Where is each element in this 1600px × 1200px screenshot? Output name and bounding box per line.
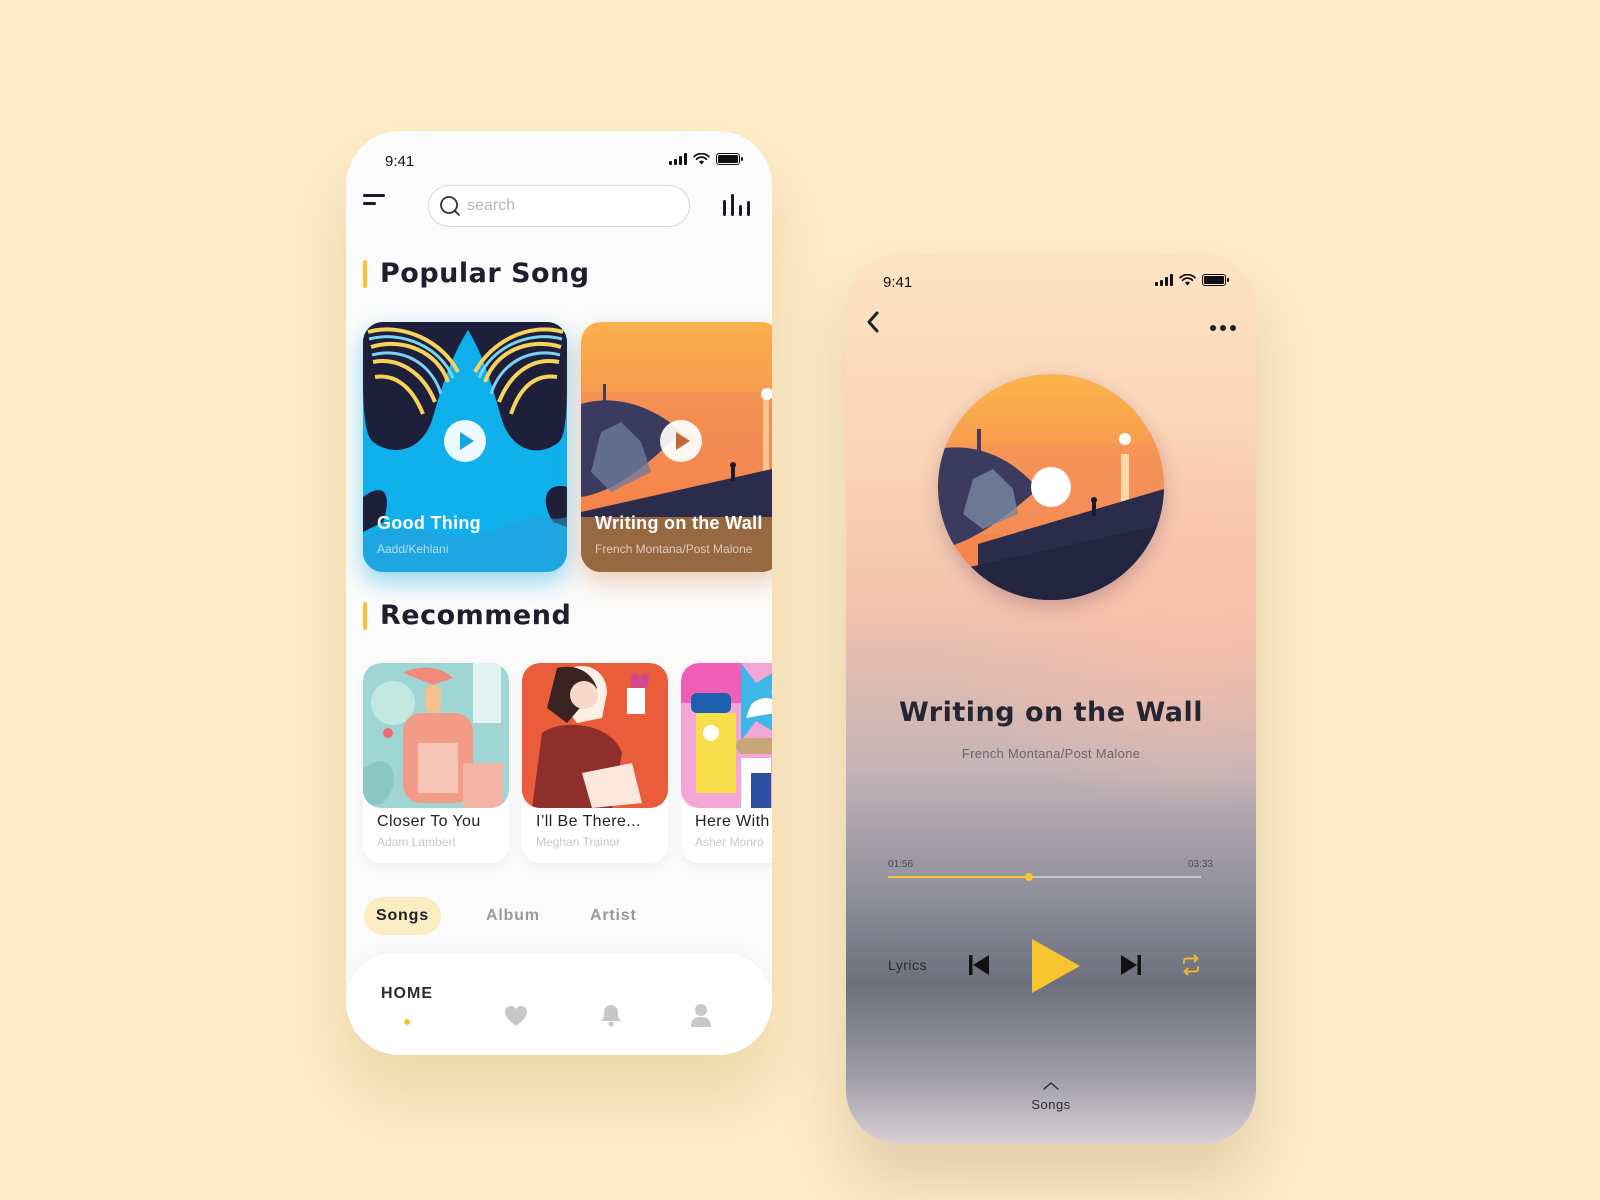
tab-artist[interactable]: Artist bbox=[578, 897, 649, 935]
current-time: 01:56 bbox=[888, 859, 914, 870]
card-artist: Meghan Trainor bbox=[536, 835, 621, 849]
previous-track-icon[interactable] bbox=[967, 953, 991, 977]
song-artist: French Montana/Post Malone bbox=[961, 746, 1141, 761]
next-track-icon[interactable] bbox=[1119, 953, 1143, 977]
search-bar[interactable] bbox=[428, 185, 690, 227]
lyrics-button[interactable]: Lyrics bbox=[888, 957, 927, 973]
status-bar: 9:41 bbox=[346, 131, 772, 191]
progress-handle[interactable] bbox=[1024, 873, 1033, 881]
cellular-signal-icon bbox=[669, 153, 687, 165]
songs-drawer-handle[interactable]: Songs bbox=[846, 1078, 1256, 1112]
recommend-card[interactable]: Here With Asher Monro bbox=[681, 663, 772, 863]
battery-icon bbox=[1202, 274, 1229, 286]
card-title: I’ll Be There... bbox=[536, 813, 641, 830]
popular-card[interactable]: Good Thing Aadd/Kehlani bbox=[363, 322, 567, 572]
chevron-up-icon bbox=[1043, 1082, 1059, 1090]
song-title: Writing on the Wall bbox=[898, 697, 1204, 728]
heart-icon[interactable] bbox=[504, 1005, 528, 1027]
status-time: 9:41 bbox=[883, 274, 913, 291]
card-artist: Asher Monro bbox=[695, 835, 764, 849]
cellular-signal-icon bbox=[1155, 274, 1173, 286]
card-title: Writing on the Wall bbox=[595, 513, 763, 533]
album-disc bbox=[938, 374, 1164, 600]
play-icon[interactable] bbox=[444, 420, 486, 462]
songs-drawer-label: Songs bbox=[1031, 1097, 1071, 1112]
search-icon bbox=[440, 196, 460, 216]
wifi-icon bbox=[1179, 274, 1196, 286]
bottom-nav: HOME bbox=[346, 953, 772, 1055]
popular-section-title: Popular Song bbox=[380, 258, 590, 289]
battery-icon bbox=[716, 153, 743, 165]
user-icon[interactable] bbox=[691, 1003, 711, 1027]
album-art bbox=[522, 663, 668, 808]
search-input[interactable] bbox=[467, 194, 667, 218]
play-icon[interactable] bbox=[1030, 937, 1082, 995]
equalizer-button[interactable] bbox=[723, 194, 753, 216]
wifi-icon bbox=[693, 153, 710, 165]
card-artist: Aadd/Kehlani bbox=[377, 542, 449, 556]
recommend-card[interactable]: Closer To You Adam Lambert bbox=[363, 663, 509, 863]
repeat-icon[interactable] bbox=[1180, 954, 1202, 976]
bell-icon[interactable] bbox=[599, 1003, 623, 1027]
card-artist: French Montana/Post Malone bbox=[595, 542, 753, 556]
recommend-section-title: Recommend bbox=[380, 600, 572, 631]
play-icon[interactable] bbox=[660, 420, 702, 462]
back-icon[interactable] bbox=[864, 310, 882, 334]
player-screen: 9:41 Writing on the Wall French Montana/… bbox=[846, 254, 1256, 1144]
status-bar: 9:41 bbox=[846, 254, 1256, 314]
menu-button[interactable] bbox=[363, 194, 387, 210]
card-title: Closer To You bbox=[377, 813, 481, 830]
progress-fill bbox=[888, 876, 1029, 878]
home-screen: 9:41 Popular Song bbox=[346, 131, 772, 1055]
card-artist: Adam Lambert bbox=[377, 835, 456, 849]
active-indicator bbox=[404, 1019, 410, 1025]
card-title: Good Thing bbox=[377, 513, 481, 533]
popular-section-header: Popular Song bbox=[363, 258, 590, 289]
more-options-icon[interactable] bbox=[1210, 325, 1236, 331]
card-title: Here With bbox=[695, 813, 770, 830]
recommend-section-header: Recommend bbox=[363, 600, 571, 631]
total-time: 03:33 bbox=[1187, 859, 1213, 870]
tab-album[interactable]: Album bbox=[474, 897, 552, 935]
popular-card[interactable]: Writing on the Wall French Montana/Post … bbox=[581, 322, 772, 572]
recommend-card[interactable]: I’ll Be There... Meghan Trainor bbox=[522, 663, 668, 863]
tab-songs[interactable]: Songs bbox=[364, 897, 441, 935]
album-art bbox=[681, 663, 772, 808]
nav-home[interactable]: HOME bbox=[381, 985, 433, 1003]
album-art bbox=[363, 663, 509, 808]
status-time: 9:41 bbox=[385, 153, 415, 170]
progress-bar[interactable] bbox=[888, 873, 1201, 881]
